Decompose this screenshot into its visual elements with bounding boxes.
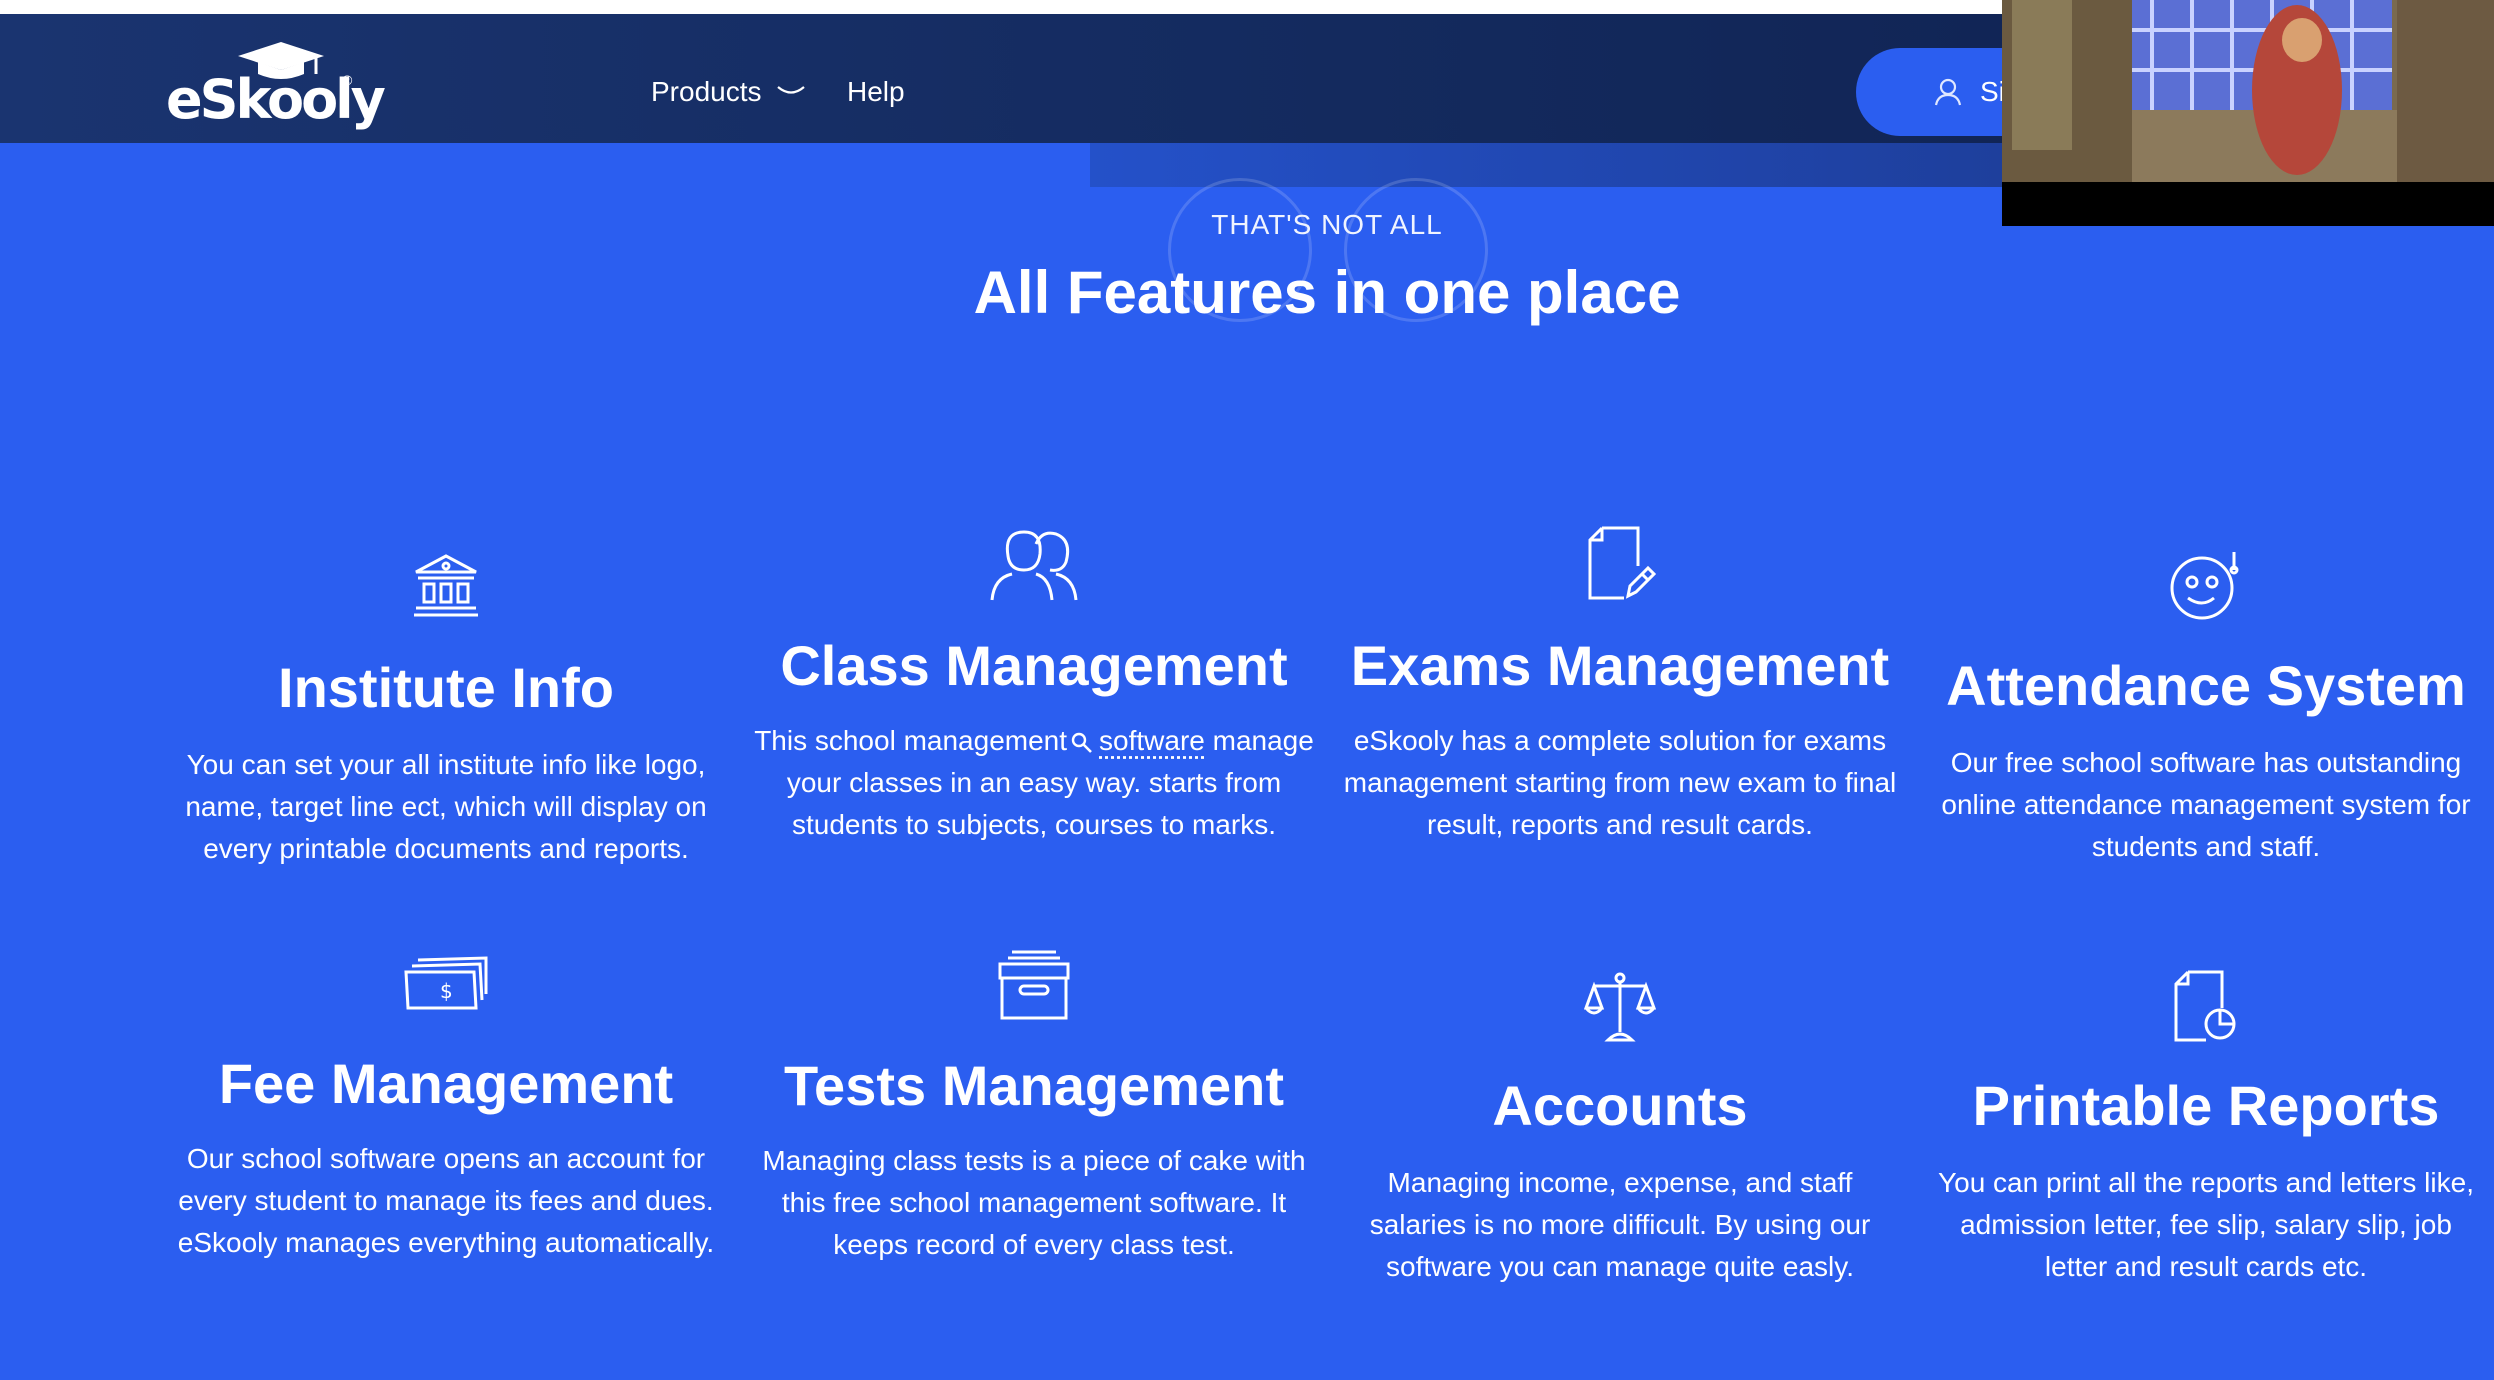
smiley-face-icon <box>2170 552 2239 620</box>
archive-box-icon <box>998 950 1070 1020</box>
feature-description: You can set your all institute info like… <box>185 749 707 864</box>
money-stack-icon: $ <box>404 956 488 1010</box>
feature-description: This school management software manage yo… <box>754 720 1314 846</box>
feature-card-attendance-system: Attendance System Our free school softwa… <box>1926 550 2486 868</box>
eskooly-logo[interactable]: eSkooly ® <box>166 40 386 136</box>
feature-card-class-management: Class Management This school management s… <box>754 526 1314 846</box>
feature-card-tests-management: Tests Management Managing class tests is… <box>754 950 1314 1266</box>
feature-title: Exams Management <box>1350 634 1890 697</box>
report-chart-icon <box>2174 970 2236 1042</box>
nav-products[interactable]: Products <box>651 76 762 108</box>
nav-help[interactable]: Help <box>847 76 905 108</box>
feature-description: You can print all the reports and letter… <box>1938 1167 2474 1282</box>
feature-title: Tests Management <box>784 1054 1284 1117</box>
feature-card-exams-management: Exams Management eSkooly has a complete … <box>1340 526 1900 846</box>
feature-title: Attendance System <box>1946 654 2466 717</box>
feature-description: Our free school software has outstanding… <box>1941 747 2471 862</box>
people-icon <box>990 530 1078 601</box>
feature-card-accounts: Accounts Managing income, expense, and s… <box>1340 970 1900 1288</box>
user-icon <box>1934 78 1962 106</box>
chevron-down-icon[interactable] <box>776 84 806 98</box>
registered-mark: ® <box>342 72 353 88</box>
video-frame-image <box>2002 0 2494 226</box>
section-eyebrow: THAT'S NOT ALL <box>1211 209 1443 240</box>
feature-description: Managing income, expense, and staff sala… <box>1369 1167 1871 1282</box>
video-overlay-thumbnail[interactable] <box>2002 0 2494 226</box>
svg-text:$: $ <box>440 979 453 1003</box>
software-link[interactable]: software <box>1099 725 1205 756</box>
bank-building-icon <box>414 554 478 617</box>
document-pen-icon <box>1588 526 1656 600</box>
feature-description: Managing class tests is a piece of cake … <box>762 1145 1306 1260</box>
feature-title: Printable Reports <box>1972 1074 2440 1137</box>
section-title: All Features in one place <box>973 259 1681 326</box>
feature-card-printable-reports: Printable Reports You can print all the … <box>1926 970 2486 1288</box>
feature-title: Accounts <box>1492 1074 1748 1137</box>
feature-description: eSkooly has a complete solution for exam… <box>1343 725 1897 840</box>
feature-title: Class Management <box>780 634 1288 697</box>
description-text: This school management <box>754 725 1068 756</box>
feature-title: Institute Info <box>278 656 614 719</box>
search-icon <box>1071 732 1092 753</box>
feature-title: Fee Management <box>218 1052 674 1115</box>
feature-card-institute-info: Institute Info You can set your all inst… <box>166 550 726 870</box>
feature-description: Our school software opens an account for… <box>177 1143 715 1258</box>
feature-card-fee-management: $ Fee Management Our school software ope… <box>166 956 726 1264</box>
balance-scale-icon <box>1584 972 1656 1042</box>
